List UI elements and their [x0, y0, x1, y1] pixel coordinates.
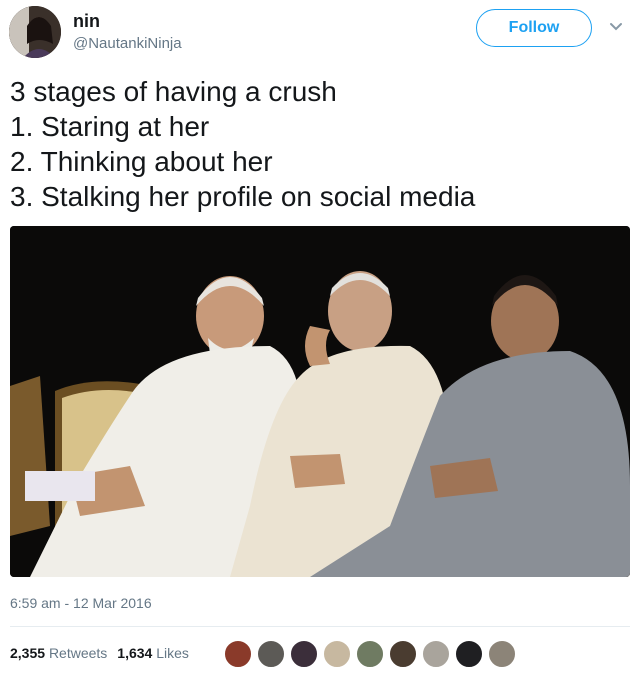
liker-avatar[interactable] — [290, 640, 318, 668]
display-name[interactable]: nin — [73, 11, 100, 32]
profile-photo — [9, 6, 61, 58]
tweet-line: 3. Stalking her profile on social media — [10, 181, 476, 212]
chevron-down-icon[interactable] — [609, 22, 623, 32]
photo-scene — [10, 226, 630, 577]
liker-avatar[interactable] — [389, 640, 417, 668]
likes-label: Likes — [156, 645, 189, 661]
tweet-photo[interactable] — [10, 226, 630, 577]
tweet-line: 2. Thinking about her — [10, 146, 273, 177]
tweet-line: 1. Staring at her — [10, 111, 210, 142]
user-handle[interactable]: @NautankiNinja — [73, 35, 182, 52]
likes-stat[interactable]: 1,634 Likes — [117, 645, 189, 661]
follow-button[interactable]: Follow — [476, 9, 592, 47]
divider — [10, 626, 630, 627]
tweet-line: 3 stages of having a crush — [10, 76, 337, 107]
liker-avatar[interactable] — [257, 640, 285, 668]
likes-count: 1,634 — [117, 645, 153, 661]
liker-avatar[interactable] — [323, 640, 351, 668]
tweet-text: 3 stages of having a crush 1. Staring at… — [10, 74, 630, 214]
engagement-stats: 2,355 Retweets 1,634 Likes — [10, 645, 189, 661]
avatar[interactable] — [9, 6, 61, 58]
liker-avatar[interactable] — [356, 640, 384, 668]
retweets-count: 2,355 — [10, 645, 46, 661]
retweets-stat[interactable]: 2,355 Retweets — [10, 645, 107, 661]
liker-avatar[interactable] — [224, 640, 252, 668]
liker-avatar[interactable] — [488, 640, 516, 668]
retweets-label: Retweets — [48, 645, 108, 661]
liker-avatar[interactable] — [422, 640, 450, 668]
tweet-timestamp[interactable]: 6:59 am - 12 Mar 2016 — [10, 595, 152, 611]
liker-avatar[interactable] — [455, 640, 483, 668]
